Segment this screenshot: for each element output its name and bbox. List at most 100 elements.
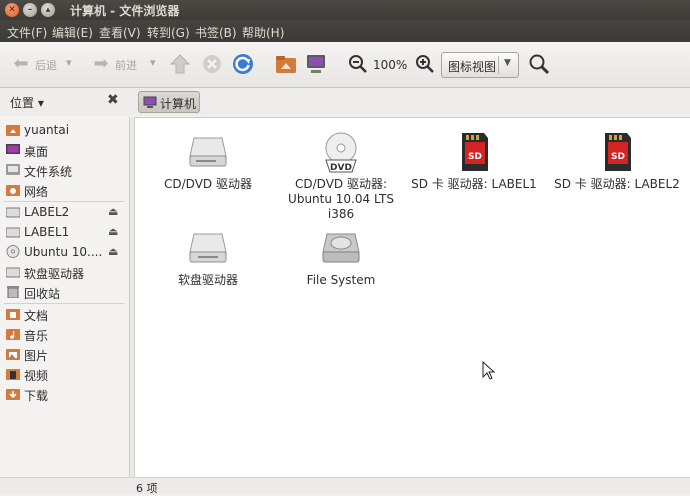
file-name: File System bbox=[306, 273, 376, 287]
reload-icon[interactable] bbox=[231, 52, 255, 76]
sidebar-item-label1[interactable]: LABEL1 ⏏ bbox=[6, 223, 130, 241]
computer-icon bbox=[143, 96, 157, 108]
sidebar-item-label: 音乐 bbox=[24, 329, 49, 343]
sidebar-separator bbox=[4, 303, 124, 304]
sidebar-item-label: 回收站 bbox=[24, 287, 61, 301]
sidebar: yuantai 桌面 文件系统 网络 LABEL2 ⏏ LABEL1 ⏏ Ubu… bbox=[0, 117, 130, 477]
file-item-ubuntu-dvd[interactable]: DVD CD/DVD 驱动器: Ubuntu 10.04 LTS i386 bbox=[276, 130, 406, 222]
sidebar-item-documents[interactable]: 文档 bbox=[6, 305, 130, 323]
status-bar: 6 项 bbox=[0, 477, 690, 495]
sidebar-item-label: Ubuntu 10.... bbox=[24, 245, 103, 259]
close-pane-icon[interactable]: ✖ bbox=[107, 92, 119, 108]
forward-label: 前进 bbox=[115, 59, 137, 72]
dvd-disc-icon: DVD bbox=[325, 132, 357, 173]
forward-button[interactable]: ➡ 前进 ▾ bbox=[88, 50, 160, 80]
window-title: 计算机 - 文件浏览器 bbox=[70, 4, 180, 18]
home-icon[interactable] bbox=[274, 52, 298, 76]
sidebar-item-label: 文档 bbox=[24, 309, 49, 323]
sidebar-item-trash[interactable]: 回收站 bbox=[6, 283, 130, 301]
view-mode-separator bbox=[498, 56, 499, 74]
eject-icon[interactable]: ⏏ bbox=[108, 225, 118, 238]
up-arrow-icon[interactable] bbox=[168, 52, 192, 76]
sidebar-item-label: 视频 bbox=[24, 369, 49, 383]
sidebar-item-label: 下载 bbox=[24, 389, 49, 403]
zoom-out-icon[interactable] bbox=[346, 52, 370, 76]
back-button[interactable]: ⬅ 后退 ▾ bbox=[8, 50, 78, 80]
sidebar-item-home[interactable]: yuantai bbox=[6, 121, 130, 139]
computer-icon[interactable] bbox=[304, 52, 328, 76]
eject-icon[interactable]: ⏏ bbox=[108, 245, 118, 258]
back-arrow-icon: ⬅ bbox=[13, 53, 29, 74]
sidebar-item-music[interactable]: 音乐 bbox=[6, 325, 130, 343]
menu-bookmarks[interactable]: 书签(B) bbox=[195, 24, 237, 41]
forward-dropdown-icon: ▾ bbox=[150, 56, 156, 69]
sidebar-item-floppy[interactable]: 软盘驱动器 bbox=[6, 263, 130, 281]
zoom-in-icon[interactable] bbox=[413, 52, 437, 76]
search-icon[interactable] bbox=[527, 52, 551, 76]
menu-edit[interactable]: 编辑(E) bbox=[52, 24, 93, 41]
sidebar-item-label: 软盘驱动器 bbox=[24, 267, 85, 281]
sidebar-item-ubuntu-cd[interactable]: Ubuntu 10.... ⏏ bbox=[6, 243, 130, 261]
maximize-window-button[interactable]: ▴ bbox=[41, 3, 55, 17]
file-item-cd-dvd-drive[interactable]: CD/DVD 驱动器 bbox=[143, 130, 273, 192]
breadcrumb-computer[interactable]: 计算机 bbox=[138, 91, 200, 113]
view-mode-label: 图标视图 bbox=[448, 60, 497, 74]
sidebar-item-label: 图片 bbox=[24, 349, 49, 363]
svg-text:SD: SD bbox=[611, 152, 625, 162]
drive-icon bbox=[6, 207, 20, 218]
view-mode-select[interactable]: 图标视图 ▼ bbox=[441, 52, 519, 78]
eject-icon[interactable]: ⏏ bbox=[108, 205, 118, 218]
network-icon bbox=[6, 185, 20, 196]
home-folder-icon bbox=[6, 125, 20, 136]
floppy-icon bbox=[6, 267, 20, 278]
sidebar-item-label: LABEL2 bbox=[24, 205, 70, 219]
stop-icon[interactable] bbox=[200, 52, 224, 76]
close-window-button[interactable]: ✕ bbox=[5, 3, 19, 17]
sidebar-item-label2[interactable]: LABEL2 ⏏ bbox=[6, 203, 130, 221]
svg-text:SD: SD bbox=[468, 152, 482, 162]
optical-drive-icon bbox=[189, 137, 227, 167]
sd-card-icon: SD bbox=[605, 133, 631, 171]
back-dropdown-icon: ▾ bbox=[66, 56, 72, 69]
toolbar: ⬅ 后退 ▾ ➡ 前进 ▾ 100% 图标视图 ▼ bbox=[0, 42, 690, 88]
file-item-sd-label2[interactable]: SD SD 卡 驱动器: LABEL2 bbox=[542, 130, 690, 192]
sidebar-item-videos[interactable]: 视频 bbox=[6, 365, 130, 383]
menubar: 文件(F) 编辑(E) 查看(V) 转到(G) 书签(B) 帮助(H) bbox=[0, 20, 690, 42]
menu-go[interactable]: 转到(G) bbox=[147, 24, 190, 41]
sidebar-item-label: 桌面 bbox=[24, 145, 49, 159]
sidebar-item-filesystem[interactable]: 文件系统 bbox=[6, 161, 130, 179]
videos-folder-icon bbox=[6, 369, 20, 380]
mouse-cursor-icon bbox=[482, 361, 496, 380]
sidebar-item-downloads[interactable]: 下载 bbox=[6, 385, 130, 403]
menu-view[interactable]: 查看(V) bbox=[99, 24, 141, 41]
sidebar-item-pictures[interactable]: 图片 bbox=[6, 345, 130, 363]
window-titlebar: ✕ – ▴ 计算机 - 文件浏览器 bbox=[0, 0, 690, 20]
places-dropdown[interactable]: 位置 ▾ bbox=[10, 94, 44, 111]
file-item-sd-label1[interactable]: SD SD 卡 驱动器: LABEL1 bbox=[409, 130, 539, 192]
file-name: 软盘驱动器 bbox=[177, 273, 238, 287]
filesystem-icon bbox=[6, 164, 20, 175]
back-label: 后退 bbox=[35, 59, 57, 72]
menu-file[interactable]: 文件(F) bbox=[7, 24, 47, 41]
downloads-folder-icon bbox=[6, 389, 20, 400]
forward-arrow-icon: ➡ bbox=[93, 53, 109, 74]
floppy-drive-icon bbox=[189, 233, 227, 263]
pictures-folder-icon bbox=[6, 349, 20, 360]
sidebar-item-desktop[interactable]: 桌面 bbox=[6, 141, 130, 159]
places-bar: 位置 ▾ ✖ 计算机 bbox=[0, 88, 690, 116]
menu-help[interactable]: 帮助(H) bbox=[242, 24, 284, 41]
sidebar-separator bbox=[4, 201, 124, 202]
documents-folder-icon bbox=[6, 309, 20, 320]
file-name: SD 卡 驱动器: LABEL2 bbox=[554, 177, 680, 191]
file-item-floppy-drive[interactable]: 软盘驱动器 bbox=[143, 226, 273, 288]
sd-card-icon: SD bbox=[462, 133, 488, 171]
file-icon-view[interactable]: CD/DVD 驱动器 DVD CD/DVD 驱动器: Ubuntu 10.04 … bbox=[134, 117, 690, 477]
file-name: CD/DVD 驱动器: Ubuntu 10.04 LTS i386 bbox=[288, 177, 394, 221]
file-item-file-system[interactable]: File System bbox=[276, 226, 406, 288]
zoom-level: 100% bbox=[373, 58, 408, 72]
minimize-window-button[interactable]: – bbox=[23, 3, 37, 17]
drive-icon bbox=[6, 227, 20, 238]
sidebar-item-network[interactable]: 网络 bbox=[6, 181, 130, 199]
svg-text:DVD: DVD bbox=[330, 163, 352, 173]
item-count: 6 项 bbox=[136, 482, 158, 495]
